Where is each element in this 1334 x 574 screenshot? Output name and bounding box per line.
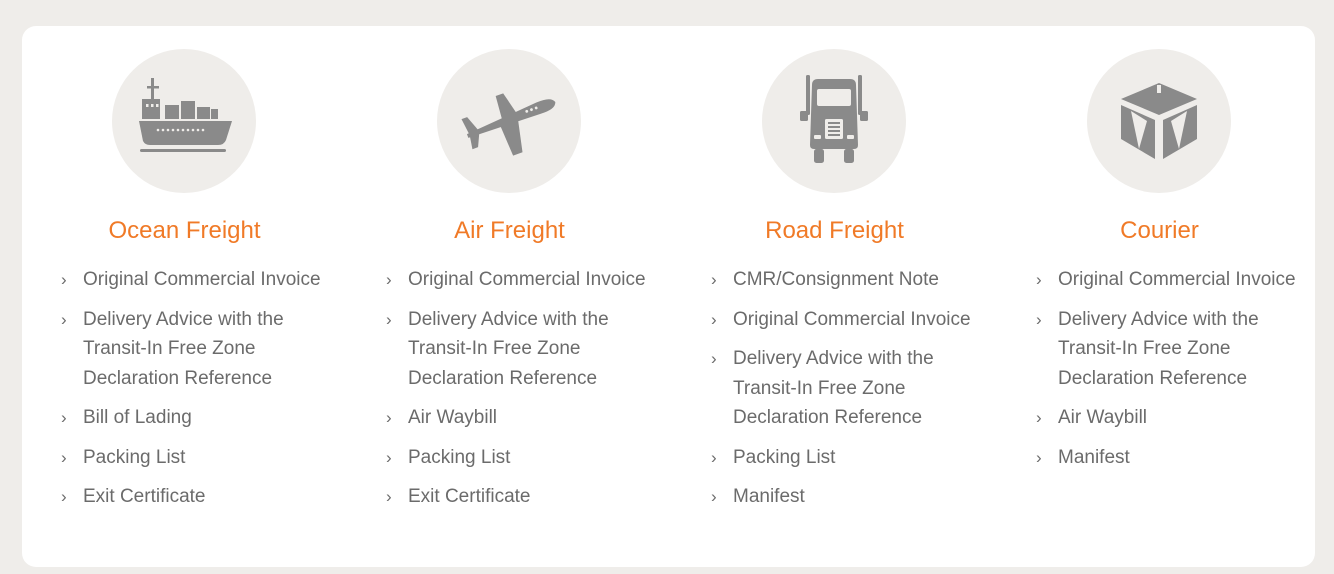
list-item: › Delivery Advice with the Transit-In Fre… [1036,305,1296,394]
chevron-right-icon: › [386,309,392,329]
truck-icon [762,49,906,193]
list-item: › Delivery Advice with the Transit-In Fre… [61,305,321,394]
column-title: Courier [1120,217,1199,244]
ship-icon [112,49,256,193]
list-item: › Packing List [61,443,321,473]
chevron-right-icon: › [386,408,392,427]
chevron-right-icon: › [61,270,67,289]
list-item: › Exit Certificate [61,482,321,512]
list-item: › Original Commercial Invoice [386,265,646,295]
list-item: › Manifest [711,482,971,512]
chevron-right-icon: › [711,487,717,506]
list-item: › Air Waybill [1036,403,1296,433]
freight-columns: Ocean Freight › Original Commercial Invoi… [22,26,1315,567]
chevron-right-icon: › [711,349,717,368]
document-list: › Original Commercial Invoice › Delivery A… [386,265,646,522]
column-ocean-freight: Ocean Freight › Original Commercial Invoi… [22,26,347,567]
document-list: › Original Commercial Invoice › Delivery A… [61,265,321,522]
chevron-right-icon: › [61,408,67,427]
column-air-freight: Air Freight › Original Commercial Invoice… [347,26,672,567]
airplane-icon [437,49,581,193]
list-item: › CMR/Consignment Note [711,265,971,295]
list-item: › Packing List [386,443,646,473]
column-title: Air Freight [454,217,565,244]
chevron-right-icon: › [1036,309,1042,329]
chevron-right-icon: › [386,447,392,467]
chevron-right-icon: › [61,447,67,467]
list-item: › Exit Certificate [386,482,646,512]
package-box-icon [1087,49,1231,193]
column-road-freight: Road Freight › CMR/Consignment Note › Orig… [672,26,997,567]
chevron-right-icon: › [1036,447,1042,467]
list-item: › Bill of Lading [61,403,321,433]
list-item: › Packing List [711,443,971,473]
list-item: › Delivery Advice with the Transit-In Fre… [711,344,971,433]
chevron-right-icon: › [386,270,392,289]
list-item: › Original Commercial Invoice [1036,265,1296,295]
chevron-right-icon: › [711,309,717,329]
chevron-right-icon: › [1036,408,1042,427]
chevron-right-icon: › [61,309,67,329]
list-item: › Manifest [1036,443,1296,473]
chevron-right-icon: › [386,487,392,506]
column-title: Road Freight [765,217,904,244]
document-list: › CMR/Consignment Note › Original Commerci… [711,265,971,522]
chevron-right-icon: › [711,270,717,289]
column-courier: Courier › Original Commercial Invoice › De… [997,26,1322,567]
chevron-right-icon: › [1036,270,1042,289]
list-item: › Original Commercial Invoice [61,265,321,295]
document-list: › Original Commercial Invoice › Delivery A… [1036,265,1296,482]
freight-documents-card: Ocean Freight › Original Commercial Invoi… [22,26,1315,567]
list-item: › Air Waybill [386,403,646,433]
chevron-right-icon: › [61,487,67,506]
list-item: › Delivery Advice with the Transit-In Fre… [386,305,646,394]
list-item: › Original Commercial Invoice [711,305,971,335]
column-title: Ocean Freight [108,217,261,244]
chevron-right-icon: › [711,447,717,467]
